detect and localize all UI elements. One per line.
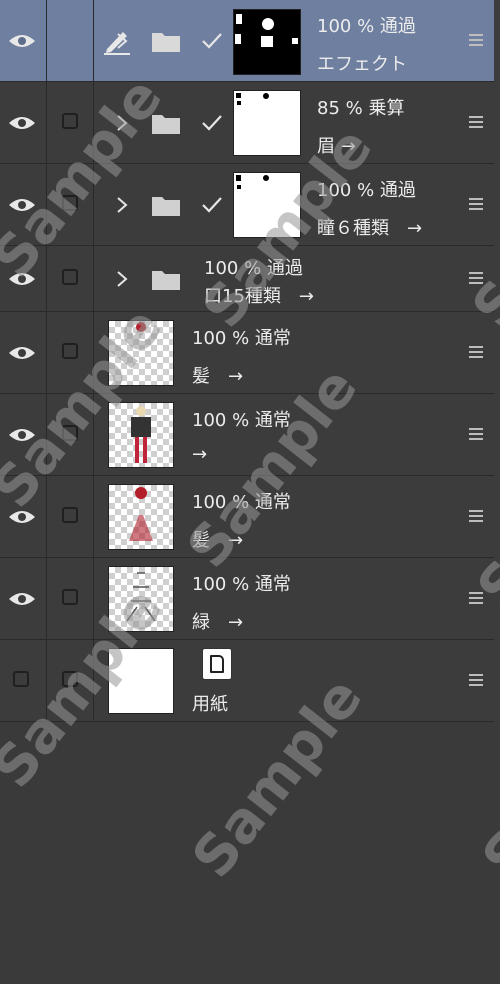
- drag-handle-icon[interactable]: [469, 271, 483, 287]
- layer-row-pupils[interactable]: 100 % 通過 瞳６種類 →: [0, 164, 494, 246]
- drag-handle-icon[interactable]: [469, 33, 483, 49]
- layer-row-hair-2[interactable]: 100 % 通常 髪 →: [0, 476, 494, 558]
- layer-opacity-blend: 100 % 通常: [192, 492, 291, 513]
- visibility-column: [0, 640, 47, 721]
- visibility-column: [0, 558, 47, 639]
- layer-row-paper[interactable]: 用紙: [0, 640, 494, 722]
- layer-name: 眉 →: [317, 136, 356, 157]
- visibility-column: [0, 312, 47, 393]
- eye-icon[interactable]: [7, 591, 37, 607]
- layer-opacity-blend: 100 % 通過: [204, 258, 303, 279]
- edit-checkbox[interactable]: [62, 670, 78, 687]
- edit-column: [47, 476, 94, 557]
- folder-icon: [152, 270, 180, 290]
- folder-icon: [152, 32, 180, 52]
- layer-name: 瞳６種類 →: [317, 218, 423, 239]
- edit-checkbox[interactable]: [62, 424, 78, 441]
- layer-name: 緑 →: [192, 612, 244, 633]
- edit-column: [47, 164, 94, 245]
- visibility-column: [0, 0, 47, 81]
- layer-name: 髪 →: [192, 366, 244, 387]
- chevron-right-icon[interactable]: [116, 270, 128, 288]
- edit-column: [47, 82, 94, 163]
- edit-checkbox[interactable]: [62, 588, 78, 605]
- chevron-right-icon[interactable]: [116, 32, 128, 50]
- empty-area: [0, 722, 500, 984]
- edit-column: [47, 394, 94, 475]
- layer-name: 用紙: [192, 694, 228, 715]
- layer-opacity-blend: 100 % 通常: [192, 410, 291, 431]
- check-icon[interactable]: [200, 195, 224, 215]
- layer-row-eyebrow[interactable]: 85 % 乗算 眉 →: [0, 82, 494, 164]
- layer-opacity-blend: 100 % 通過: [317, 16, 416, 37]
- eye-icon[interactable]: [7, 271, 37, 287]
- edit-checkbox[interactable]: [62, 194, 78, 211]
- edit-checkbox[interactable]: [62, 268, 78, 285]
- layer-thumbnail: [108, 566, 174, 632]
- visibility-checkbox[interactable]: [13, 670, 29, 687]
- folder-icon: [152, 114, 180, 134]
- layer-opacity-blend: 100 % 通過: [317, 180, 416, 201]
- eye-icon[interactable]: [7, 345, 37, 361]
- drag-handle-icon[interactable]: [469, 197, 483, 213]
- paper-icon: [202, 648, 232, 680]
- layer-name: 髪 →: [192, 530, 244, 551]
- eye-icon[interactable]: [7, 33, 37, 49]
- check-icon[interactable]: [200, 113, 224, 133]
- edit-column: [47, 0, 130, 81]
- visibility-column: [0, 394, 47, 475]
- check-icon[interactable]: [200, 31, 224, 51]
- visibility-column: [0, 246, 47, 311]
- visibility-column: [0, 476, 47, 557]
- drag-handle-icon[interactable]: [469, 509, 483, 525]
- drag-handle-icon[interactable]: [469, 115, 483, 131]
- layer-name: 口15種類 →: [204, 286, 314, 307]
- layer-row-mouth[interactable]: 100 % 通過 口15種類 →: [0, 246, 494, 312]
- visibility-column: [0, 164, 47, 245]
- chevron-right-icon[interactable]: [116, 196, 128, 214]
- layer-opacity-blend: 100 % 通常: [192, 328, 291, 349]
- layer-thumbnail: [108, 484, 174, 550]
- edit-column: [47, 640, 94, 721]
- layer-opacity-blend: 85 % 乗算: [317, 98, 405, 119]
- layer-opacity-blend: 100 % 通常: [192, 574, 291, 595]
- edit-checkbox[interactable]: [62, 342, 78, 359]
- layer-thumbnail: [233, 172, 301, 238]
- edit-column: [47, 558, 94, 639]
- edit-column: [47, 246, 94, 311]
- drag-handle-icon[interactable]: [469, 673, 483, 689]
- layer-row-effect[interactable]: 100 % 通過 エフェクト: [0, 0, 494, 82]
- eye-icon[interactable]: [7, 427, 37, 443]
- layer-thumbnail: [233, 9, 301, 75]
- eye-icon[interactable]: [7, 115, 37, 131]
- layer-name: →: [192, 444, 208, 465]
- drag-handle-icon[interactable]: [469, 345, 483, 361]
- layer-thumbnail: [108, 648, 174, 714]
- visibility-column: [0, 82, 47, 163]
- edit-column: [47, 312, 94, 393]
- eye-icon[interactable]: [7, 197, 37, 213]
- chevron-right-icon[interactable]: [116, 114, 128, 132]
- layer-row-hair-1[interactable]: 100 % 通常 髪 →: [0, 312, 494, 394]
- layer-row-body[interactable]: 100 % 通常 →: [0, 394, 494, 476]
- layer-name: エフェクト: [317, 54, 407, 75]
- layer-thumbnail: [108, 320, 174, 386]
- edit-checkbox[interactable]: [62, 112, 78, 129]
- drag-handle-icon[interactable]: [469, 427, 483, 443]
- eye-icon[interactable]: [7, 509, 37, 525]
- layer-thumbnail: [233, 90, 301, 156]
- drag-handle-icon[interactable]: [469, 591, 483, 607]
- layer-row-outline[interactable]: 100 % 通常 緑 →: [0, 558, 494, 640]
- folder-icon: [152, 196, 180, 216]
- layer-panel: 100 % 通過 エフェクト 85 % 乗算 眉 → 100 % 通過 瞳６種類…: [0, 0, 500, 984]
- layer-thumbnail: [108, 402, 174, 468]
- edit-checkbox[interactable]: [62, 506, 78, 523]
